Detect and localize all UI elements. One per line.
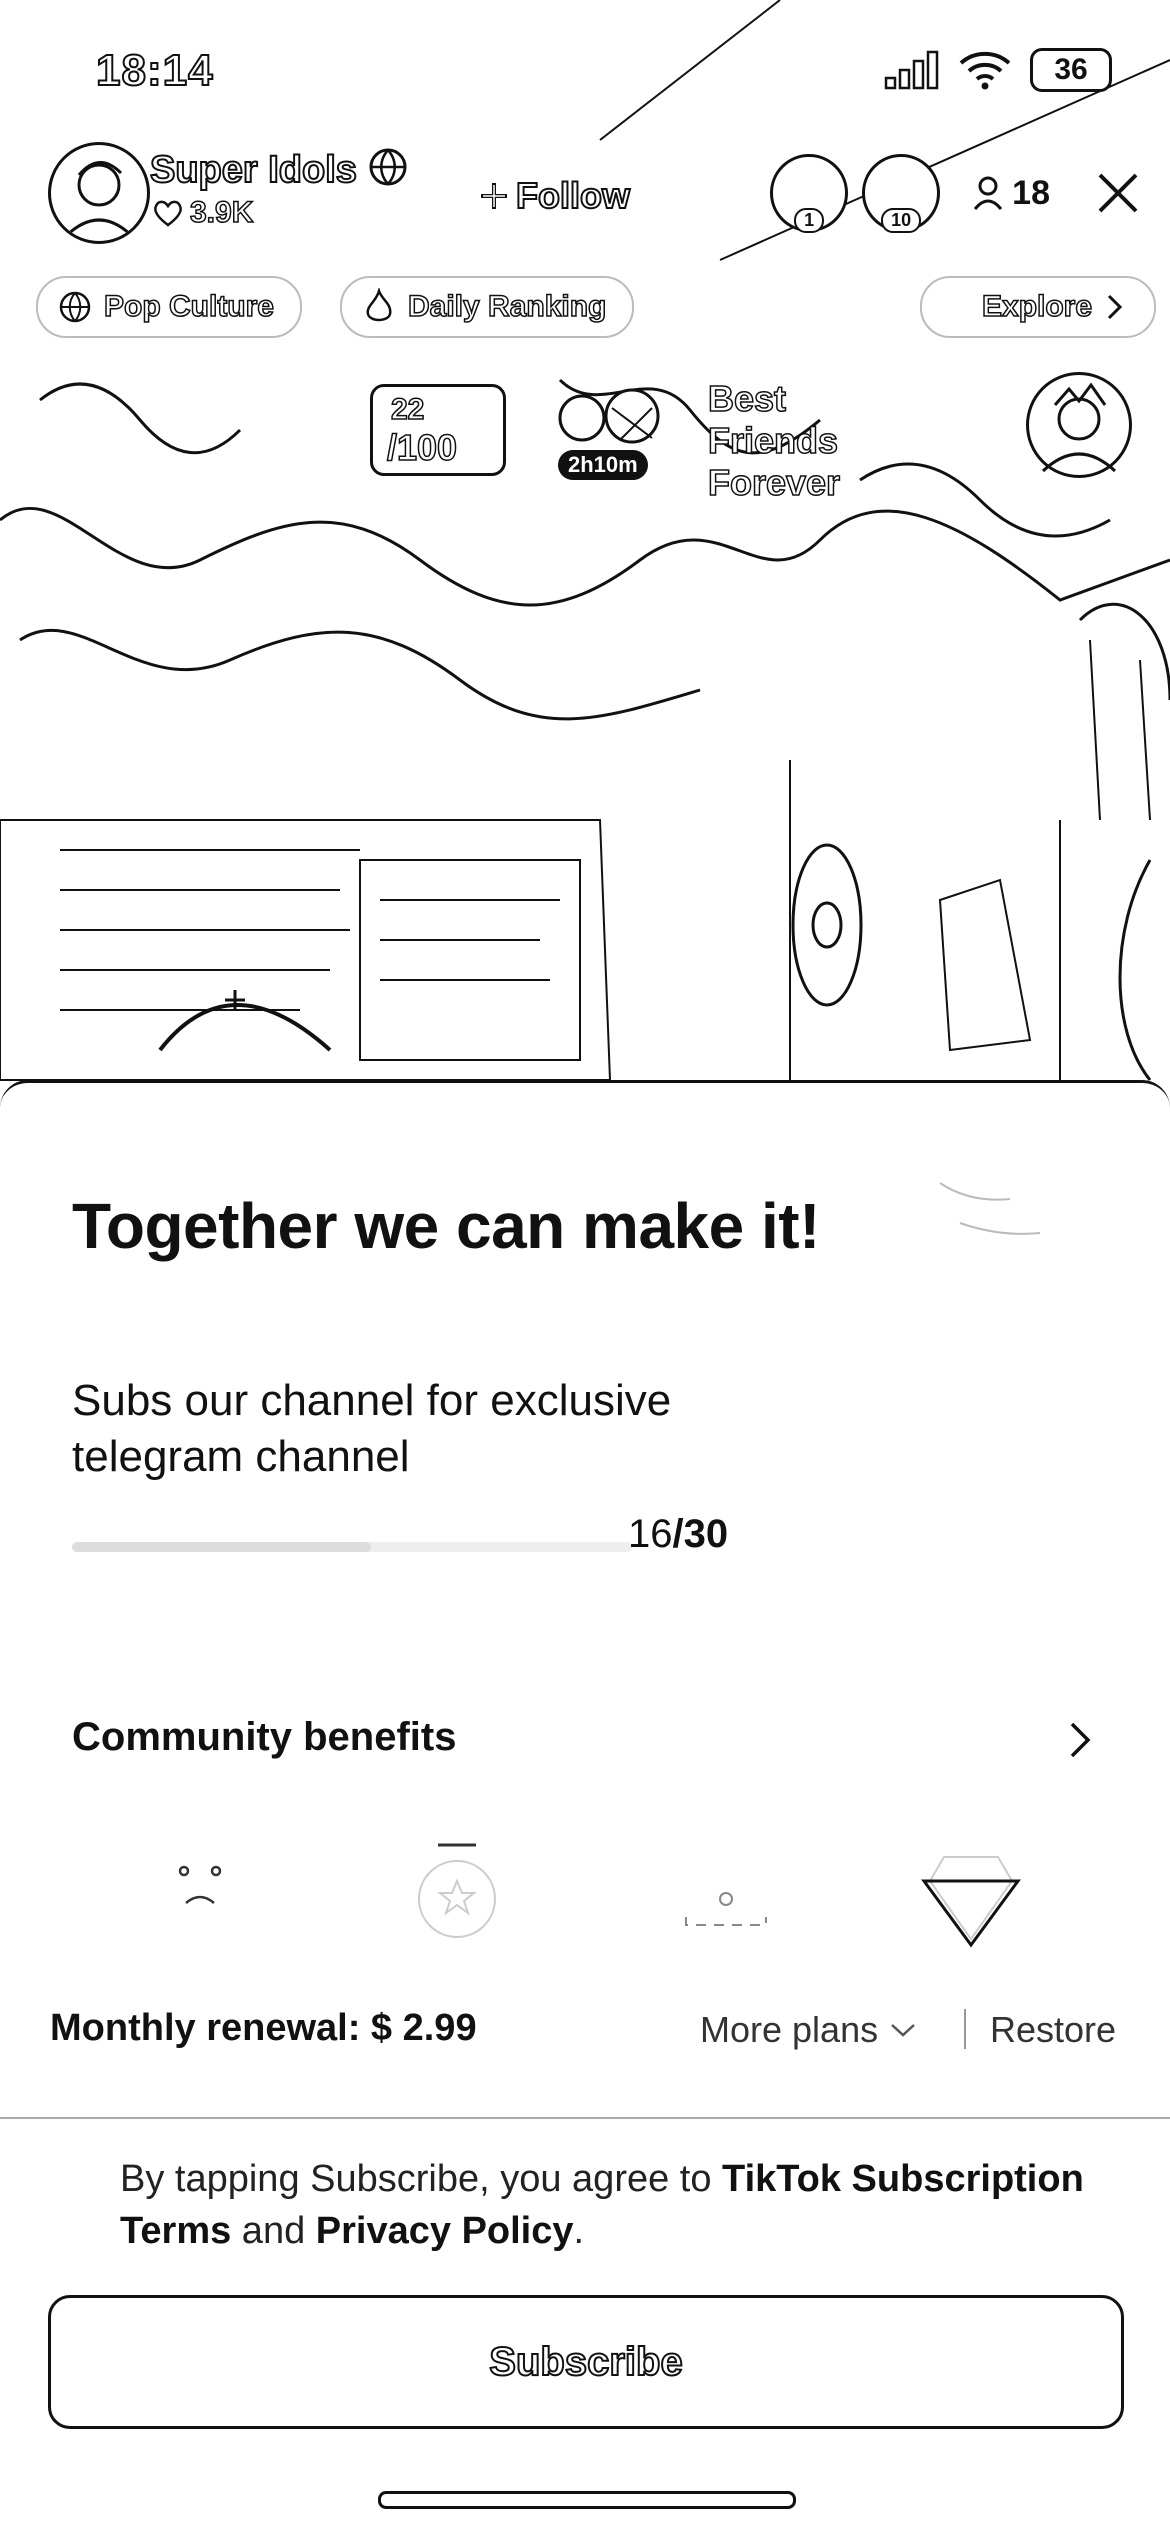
pk-score-box: 22 /100 (370, 384, 506, 476)
chip-daily-ranking[interactable]: Daily Ranking (340, 276, 635, 338)
diamond-icon (921, 1856, 1021, 1948)
pk-opponent-avatar[interactable] (1026, 372, 1132, 478)
heart-icon (154, 200, 182, 227)
globe-icon (59, 291, 91, 323)
host-name-text: Super Idols (149, 148, 358, 192)
flame-icon (366, 288, 392, 322)
live-video-area[interactable]: 18:14 36 Super Idols 3.9K Follow 1 10 18… (0, 0, 1170, 1090)
host-name[interactable]: Super Idols (149, 146, 409, 192)
terms-middle: and (231, 2210, 316, 2252)
pk-title-line: Forever (707, 461, 841, 504)
pk-score-current: 22 (390, 392, 425, 427)
chip-pop-culture[interactable]: Pop Culture (36, 276, 302, 338)
globe-badge-icon (369, 148, 407, 186)
chevron-right-icon (1062, 1715, 1098, 1765)
terms-text: By tapping Subscribe, you agree to TikTo… (120, 2153, 1130, 2257)
cellular-signal-icon (884, 50, 939, 90)
progress-goal: /30 (672, 1512, 729, 1556)
pk-timer: 2h10m (558, 450, 648, 480)
community-benefits-label: Community benefits (72, 1715, 457, 1759)
follow-button[interactable]: Follow (454, 166, 654, 226)
battery-indicator: 36 (1030, 48, 1112, 92)
emoji-face-icon (178, 1865, 222, 1904)
progress-fill (72, 1542, 371, 1552)
monthly-renewal-price: Monthly renewal: $ 2.99 (50, 2007, 477, 2049)
privacy-policy-link[interactable]: Privacy Policy (316, 2210, 574, 2252)
viewer-count-value: 18 (1012, 173, 1050, 212)
subscribe-label: Subscribe (488, 2339, 683, 2385)
more-plans-label: More plans (700, 2009, 879, 2050)
restore-button[interactable]: Restore (990, 2009, 1116, 2051)
host-likes: 3.9K (152, 195, 254, 230)
chevron-right-icon (1107, 294, 1123, 320)
subscriber-goal-progress: 16/30 (72, 1512, 1098, 1566)
follow-label: Follow (515, 174, 631, 217)
sheet-subtitle: Subs our channel for exclusive telegram … (72, 1376, 672, 1481)
live-topic-chips: Pop Culture Daily Ranking Explore (36, 276, 1170, 338)
renewal-row: Monthly renewal: $ 2.99 More plans Resto… (50, 2001, 1120, 2071)
benefit-icons (140, 1841, 1040, 1951)
viewer-count[interactable]: 18 (972, 174, 1050, 213)
section-divider (0, 2117, 1170, 2119)
sheet-headline: Together we can make it! (72, 1190, 820, 1262)
more-plans-button[interactable]: More plans (700, 2009, 918, 2051)
status-bar: 18:14 36 (0, 0, 1170, 140)
likes-count: 3.9K (189, 195, 254, 230)
progress-label: 16/30 (628, 1512, 728, 1557)
chip-explore[interactable]: Explore (920, 276, 1157, 338)
decorative-illustration (939, 1182, 1041, 1235)
person-icon (974, 176, 1003, 210)
terms-prefix: By tapping Subscribe, you agree to (120, 2158, 723, 2200)
badge-star-icon (418, 1843, 496, 1938)
close-icon (1098, 173, 1138, 213)
pk-title-line: Best Friends (707, 377, 839, 462)
community-benefits-row[interactable]: Community benefits (72, 1715, 1098, 1785)
avatar-portrait-icon (63, 161, 135, 239)
subscribe-button[interactable]: Subscribe (48, 2295, 1124, 2429)
chip-label: Pop Culture (103, 289, 275, 324)
pk-score-total: /100 (386, 426, 458, 469)
chip-label: Explore (981, 289, 1093, 324)
chat-bubble-icon (685, 1892, 767, 1926)
status-icons: 36 (884, 48, 1112, 92)
vertical-divider (964, 2009, 966, 2049)
top-viewer-avatar[interactable]: 1 (770, 154, 849, 233)
subscription-sheet: Together we can make it! Subs our channe… (0, 1080, 1170, 2532)
host-info[interactable]: Super Idols 3.9K Follow (48, 142, 631, 246)
wifi-icon (959, 51, 1011, 90)
top-viewers: 1 10 18 (770, 154, 1146, 233)
progress-track (72, 1542, 632, 1552)
viewer-rank-badge: 1 (794, 208, 825, 233)
pk-title: Best Friends Forever (707, 377, 922, 504)
pk-battle-banner[interactable]: 22 /100 2h10m Best Friends Forever (362, 362, 1132, 504)
terms-suffix: . (573, 2210, 585, 2252)
host-avatar[interactable] (48, 142, 150, 244)
viewer-rank-badge: 10 (881, 208, 922, 233)
avatar-portrait-icon (1041, 382, 1117, 473)
home-indicator[interactable] (378, 2491, 796, 2509)
tiktok-live-screen: 18:14 36 Super Idols 3.9K Follow 1 10 18… (0, 0, 1170, 2532)
plus-icon (481, 183, 507, 209)
status-time: 18:14 (95, 45, 214, 96)
top-viewer-avatar[interactable]: 10 (862, 154, 941, 233)
chip-label: Daily Ranking (407, 289, 607, 324)
close-button[interactable] (1090, 165, 1146, 221)
progress-current: 16 (628, 1512, 673, 1556)
chevron-down-icon (891, 2024, 915, 2037)
